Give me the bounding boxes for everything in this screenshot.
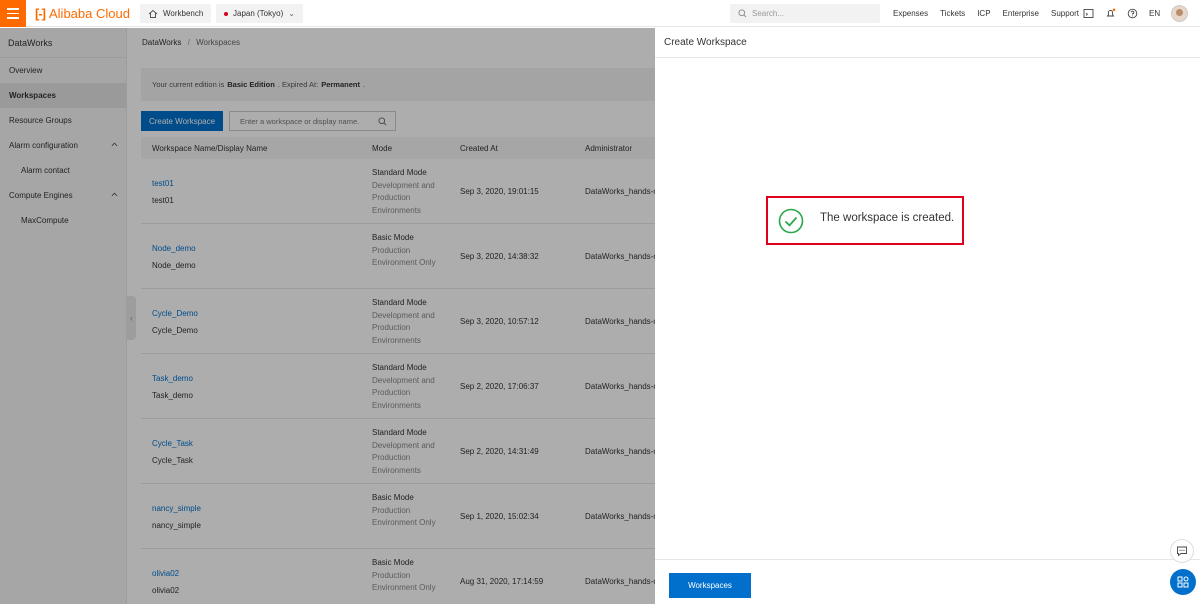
bell-icon[interactable] bbox=[1105, 8, 1116, 19]
avatar[interactable] bbox=[1171, 5, 1189, 22]
logo-mark: [-] bbox=[35, 5, 46, 21]
help-icon[interactable] bbox=[1127, 8, 1138, 19]
top-navigation-bar: [-] Alibaba Cloud Workbench Japan (Tokyo… bbox=[0, 0, 1200, 27]
home-icon bbox=[148, 9, 158, 18]
top-icons: EN bbox=[1083, 0, 1189, 27]
language-selector[interactable]: EN bbox=[1149, 9, 1160, 18]
apps-icon[interactable] bbox=[1170, 569, 1196, 595]
expenses-link[interactable]: Expenses bbox=[893, 9, 928, 18]
icp-link[interactable]: ICP bbox=[977, 9, 990, 18]
terminal-icon[interactable] bbox=[1083, 8, 1094, 19]
global-search-input[interactable]: Search... bbox=[730, 4, 880, 23]
search-icon bbox=[738, 9, 747, 18]
region-label: Japan (Tokyo) bbox=[233, 9, 284, 18]
top-links: Expenses Tickets ICP Enterprise Support bbox=[893, 0, 1079, 27]
japan-flag-icon bbox=[224, 11, 228, 16]
chat-icon[interactable] bbox=[1170, 539, 1194, 563]
search-placeholder: Search... bbox=[752, 9, 785, 18]
enterprise-link[interactable]: Enterprise bbox=[1003, 9, 1039, 18]
workspaces-button[interactable]: Workspaces bbox=[669, 573, 751, 598]
workbench-label: Workbench bbox=[163, 9, 204, 18]
support-link[interactable]: Support bbox=[1051, 9, 1079, 18]
workbench-button[interactable]: Workbench bbox=[140, 4, 212, 23]
alibaba-cloud-logo[interactable]: [-] Alibaba Cloud bbox=[35, 5, 130, 21]
success-message: The workspace is created. bbox=[820, 212, 955, 224]
modal-backdrop[interactable] bbox=[0, 28, 655, 604]
check-circle-icon bbox=[778, 208, 804, 234]
menu-icon[interactable] bbox=[0, 0, 26, 27]
tickets-link[interactable]: Tickets bbox=[940, 9, 965, 18]
region-selector[interactable]: Japan (Tokyo) ⌄ bbox=[216, 4, 303, 23]
drawer-title: Create Workspace bbox=[655, 28, 1200, 58]
success-message-box: The workspace is created. bbox=[766, 196, 964, 245]
logo-text: Alibaba Cloud bbox=[49, 5, 130, 21]
chevron-down-icon: ⌄ bbox=[288, 9, 295, 18]
create-workspace-drawer: Create Workspace The workspace is create… bbox=[655, 28, 1200, 604]
drawer-footer: Workspaces bbox=[655, 559, 1200, 604]
